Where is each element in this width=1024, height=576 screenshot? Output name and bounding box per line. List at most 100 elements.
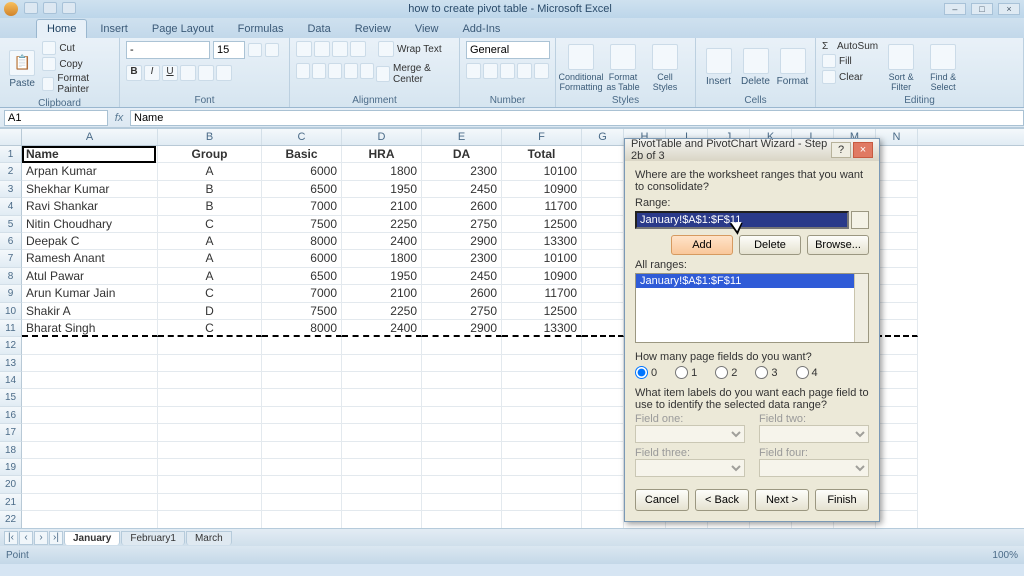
cell[interactable] xyxy=(158,337,262,354)
cell[interactable]: Bharat Singh xyxy=(22,320,158,337)
cell[interactable] xyxy=(876,216,918,233)
merge-center-button[interactable]: Merge & Center xyxy=(376,63,453,85)
cell[interactable]: 2400 xyxy=(342,233,422,250)
cell[interactable] xyxy=(876,268,918,285)
autosum-button[interactable]: Σ AutoSum xyxy=(822,41,878,52)
row-header[interactable]: 8 xyxy=(0,268,22,285)
row-header[interactable]: 12 xyxy=(0,337,22,354)
row-header[interactable]: 11 xyxy=(0,320,22,337)
cell[interactable] xyxy=(262,476,342,493)
cell[interactable] xyxy=(158,442,262,459)
add-button[interactable]: Add xyxy=(671,235,733,255)
cell[interactable] xyxy=(876,459,918,476)
cell[interactable] xyxy=(422,459,502,476)
cell[interactable] xyxy=(582,389,624,406)
cell[interactable] xyxy=(876,320,918,337)
cell[interactable] xyxy=(262,389,342,406)
cell[interactable] xyxy=(342,407,422,424)
underline-button[interactable]: U xyxy=(162,65,178,81)
row-header[interactable]: 5 xyxy=(0,216,22,233)
col-header-D[interactable]: D xyxy=(342,129,422,145)
range-picker-icon[interactable] xyxy=(851,211,869,229)
cell[interactable]: 7500 xyxy=(262,303,342,320)
cell[interactable] xyxy=(582,442,624,459)
row-header[interactable]: 9 xyxy=(0,285,22,302)
cell[interactable]: HRA xyxy=(342,146,422,163)
cell[interactable] xyxy=(582,355,624,372)
find-select-button[interactable]: Find & Select xyxy=(924,41,962,94)
cell[interactable] xyxy=(422,355,502,372)
cell[interactable] xyxy=(158,494,262,511)
cell[interactable] xyxy=(876,285,918,302)
cell[interactable]: 6000 xyxy=(262,250,342,267)
format-as-table-button[interactable]: Format as Table xyxy=(604,41,642,94)
cell[interactable] xyxy=(876,476,918,493)
row-header[interactable]: 13 xyxy=(0,355,22,372)
cell[interactable] xyxy=(876,355,918,372)
cell[interactable] xyxy=(262,459,342,476)
dialog-help-button[interactable]: ? xyxy=(831,142,851,158)
cell-styles-button[interactable]: Cell Styles xyxy=(646,41,684,94)
sheet-nav-next-icon[interactable]: › xyxy=(34,531,48,545)
cell[interactable]: 1800 xyxy=(342,163,422,180)
tab-home[interactable]: Home xyxy=(36,19,87,38)
cell[interactable] xyxy=(22,337,158,354)
cell[interactable] xyxy=(422,372,502,389)
cell[interactable] xyxy=(582,511,624,528)
cell[interactable] xyxy=(582,476,624,493)
fill-color-button[interactable] xyxy=(198,65,214,81)
align-center-icon[interactable] xyxy=(312,63,326,79)
clear-button[interactable]: Clear xyxy=(822,70,878,84)
cell[interactable] xyxy=(876,337,918,354)
cell[interactable]: 2300 xyxy=(422,250,502,267)
cell[interactable] xyxy=(422,511,502,528)
maximize-button[interactable]: □ xyxy=(971,3,993,15)
cell[interactable]: A xyxy=(158,268,262,285)
cell[interactable]: 7000 xyxy=(262,198,342,215)
tab-page-layout[interactable]: Page Layout xyxy=(141,19,225,38)
cell[interactable] xyxy=(342,355,422,372)
cell[interactable]: 10100 xyxy=(502,250,582,267)
grow-font-icon[interactable] xyxy=(248,43,262,57)
cell[interactable]: 11700 xyxy=(502,198,582,215)
cell[interactable] xyxy=(262,424,342,441)
cell[interactable] xyxy=(582,233,624,250)
cell[interactable] xyxy=(22,372,158,389)
cell[interactable] xyxy=(582,320,624,337)
cell[interactable] xyxy=(22,459,158,476)
pagefield-radio-4[interactable]: 4 xyxy=(796,366,818,379)
cell[interactable] xyxy=(342,494,422,511)
cell[interactable]: 10900 xyxy=(502,181,582,198)
shrink-font-icon[interactable] xyxy=(265,43,279,57)
conditional-formatting-button[interactable]: Conditional Formatting xyxy=(562,41,600,94)
cell[interactable] xyxy=(502,424,582,441)
minimize-button[interactable]: – xyxy=(944,3,966,15)
cell[interactable]: A xyxy=(158,163,262,180)
fill-button[interactable]: Fill xyxy=(822,54,878,68)
row-header[interactable]: 7 xyxy=(0,250,22,267)
cell[interactable] xyxy=(502,407,582,424)
row-header[interactable]: 16 xyxy=(0,407,22,424)
cell[interactable] xyxy=(876,146,918,163)
cell[interactable] xyxy=(22,511,158,528)
cell[interactable]: Basic xyxy=(262,146,342,163)
browse-button[interactable]: Browse... xyxy=(807,235,869,255)
cell[interactable] xyxy=(582,407,624,424)
cell[interactable] xyxy=(262,511,342,528)
cell[interactable] xyxy=(876,389,918,406)
indent-dec-icon[interactable] xyxy=(344,63,358,79)
cell[interactable] xyxy=(422,389,502,406)
all-ranges-listbox[interactable]: January!$A$1:$F$11 xyxy=(635,273,869,343)
tab-view[interactable]: View xyxy=(404,19,450,38)
cell[interactable]: DA xyxy=(422,146,502,163)
cell[interactable] xyxy=(582,303,624,320)
list-item[interactable]: January!$A$1:$F$11 xyxy=(636,274,868,288)
col-header-C[interactable]: C xyxy=(262,129,342,145)
finish-button[interactable]: Finish xyxy=(815,489,869,511)
cell[interactable]: Ravi Shankar xyxy=(22,198,158,215)
dialog-close-button[interactable]: × xyxy=(853,142,873,158)
cell[interactable] xyxy=(422,407,502,424)
row-header[interactable]: 3 xyxy=(0,181,22,198)
sheet-nav-first-icon[interactable]: |‹ xyxy=(4,531,18,545)
formula-input[interactable] xyxy=(130,110,1024,126)
